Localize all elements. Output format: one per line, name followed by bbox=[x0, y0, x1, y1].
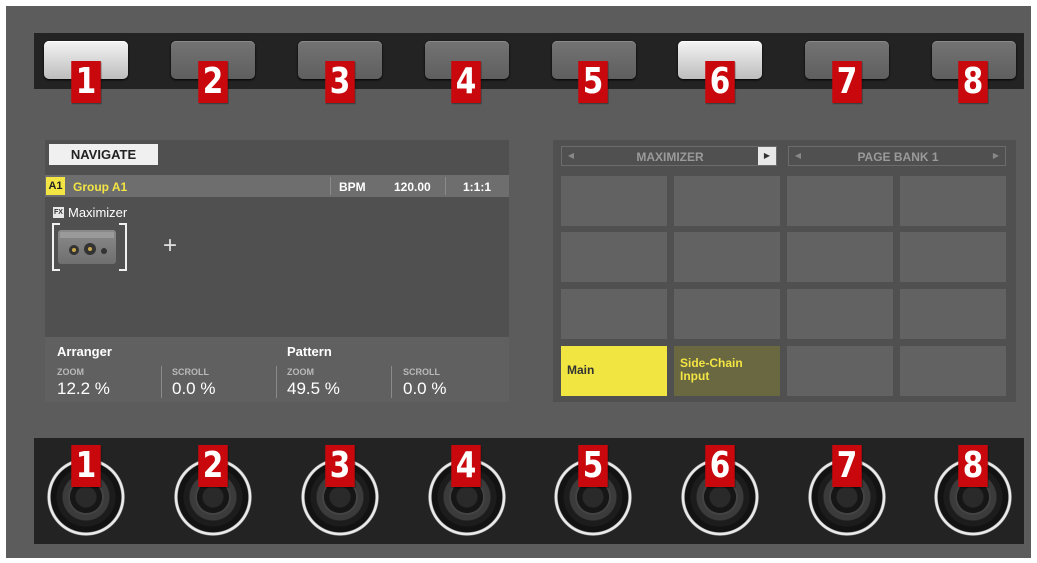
group-name: Group A1 bbox=[73, 180, 128, 194]
pattern-scroll-label: SCROLL bbox=[403, 367, 440, 377]
button-number-label: 6 bbox=[705, 61, 735, 103]
button-number-label: 3 bbox=[325, 61, 355, 103]
plugin-header-label: MAXIMIZER bbox=[636, 150, 704, 164]
next-plugin-arrow-icon[interactable]: ▶ bbox=[758, 147, 776, 165]
next-page-arrow-icon[interactable]: ▶ bbox=[987, 147, 1005, 165]
pattern-zoom-label: ZOOM bbox=[287, 367, 314, 377]
song-position: 1:1:1 bbox=[463, 180, 492, 194]
button-number-label: 4 bbox=[451, 61, 481, 103]
plugin-thumbnail-graphic bbox=[60, 232, 114, 255]
add-plugin-icon[interactable]: + bbox=[163, 233, 177, 259]
pad-15[interactable] bbox=[787, 346, 893, 396]
pad-11[interactable] bbox=[787, 289, 893, 339]
knob-number-label: 3 bbox=[325, 445, 355, 487]
divider bbox=[276, 366, 277, 398]
group-badge: A1 bbox=[46, 177, 65, 195]
button-number-label: 8 bbox=[958, 61, 988, 103]
pattern-scroll-value: 0.0 % bbox=[403, 379, 447, 398]
button-number-label: 2 bbox=[198, 61, 228, 103]
sidechain-pad-label-line2: Input bbox=[680, 369, 710, 383]
fx-icon: FX bbox=[53, 207, 64, 218]
pattern-zoom-value: 49.5 % bbox=[287, 379, 340, 398]
knob-number-label: 6 bbox=[705, 445, 735, 487]
pad-10[interactable] bbox=[674, 289, 780, 339]
pad-6[interactable] bbox=[674, 232, 780, 282]
arranger-scroll-label: SCROLL bbox=[172, 367, 209, 377]
divider bbox=[330, 177, 331, 195]
pad-5[interactable] bbox=[561, 232, 667, 282]
pad-2[interactable] bbox=[674, 176, 780, 226]
pattern-section-title: Pattern bbox=[287, 344, 332, 359]
arranger-zoom-value: 12.2 % bbox=[57, 379, 110, 398]
pad-9[interactable] bbox=[561, 289, 667, 339]
navigate-tab[interactable]: NAVIGATE bbox=[49, 144, 158, 165]
bpm-label: BPM bbox=[339, 180, 366, 194]
knob-number-label: 5 bbox=[578, 445, 608, 487]
page-bank-label: PAGE BANK 1 bbox=[857, 150, 939, 164]
pad-7[interactable] bbox=[787, 232, 893, 282]
arranger-section-title: Arranger bbox=[57, 344, 112, 359]
plugin-thumbnail[interactable] bbox=[58, 230, 116, 264]
divider bbox=[161, 366, 162, 398]
knob-number-label: 2 bbox=[198, 445, 228, 487]
knob-number-label: 7 bbox=[832, 445, 862, 487]
button-number-label: 1 bbox=[71, 61, 101, 103]
main-pad-label: Main bbox=[567, 363, 595, 377]
pad-16[interactable] bbox=[900, 346, 1006, 396]
previous-page-arrow-icon[interactable]: ◀ bbox=[789, 147, 807, 165]
divider bbox=[391, 366, 392, 398]
pad-8[interactable] bbox=[900, 232, 1006, 282]
knob-number-label: 1 bbox=[71, 445, 101, 487]
button-number-label: 5 bbox=[578, 61, 608, 103]
pad-4[interactable] bbox=[900, 176, 1006, 226]
pad-12[interactable] bbox=[900, 289, 1006, 339]
selection-bracket-right bbox=[119, 223, 127, 271]
arranger-zoom-label: ZOOM bbox=[57, 367, 84, 377]
divider bbox=[445, 177, 446, 195]
button-number-label: 7 bbox=[832, 61, 862, 103]
knob-number-label: 4 bbox=[451, 445, 481, 487]
previous-plugin-arrow-icon[interactable]: ◀ bbox=[562, 147, 580, 165]
arranger-scroll-value: 0.0 % bbox=[172, 379, 216, 398]
pad-1[interactable] bbox=[561, 176, 667, 226]
knob-number-label: 8 bbox=[958, 445, 988, 487]
plugin-name: Maximizer bbox=[68, 205, 128, 220]
bpm-value: 120.00 bbox=[394, 180, 431, 194]
pad-3[interactable] bbox=[787, 176, 893, 226]
